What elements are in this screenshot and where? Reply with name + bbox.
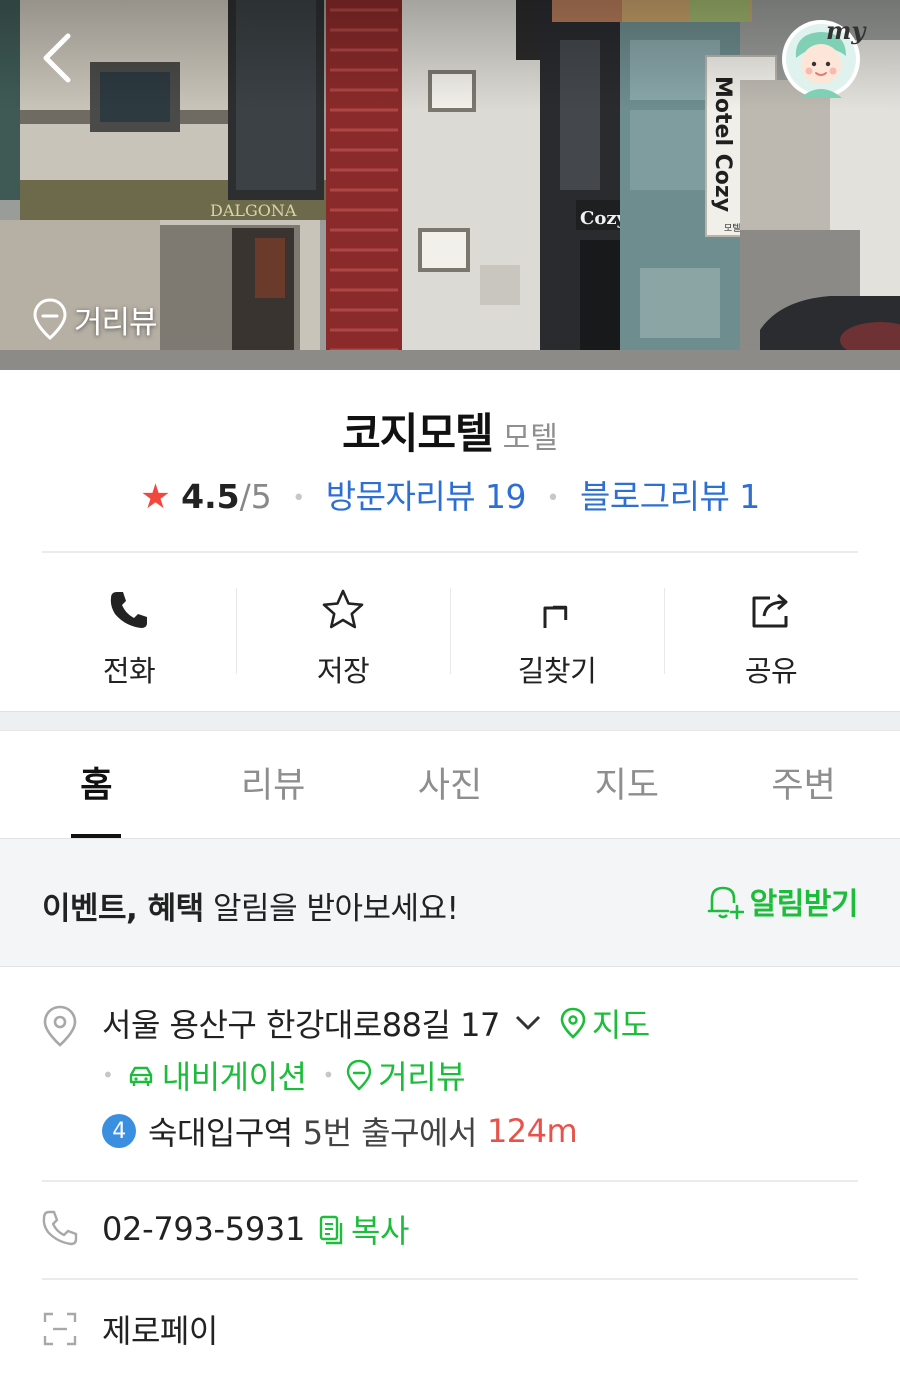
tab-reviews[interactable]: 리뷰 bbox=[185, 732, 362, 838]
separator-dot: • bbox=[292, 486, 306, 511]
bell-plus-icon bbox=[707, 886, 744, 920]
address-text: 서울 용산구 한강대로88길 17 bbox=[102, 1006, 500, 1044]
directions-button[interactable]: 길찾기 bbox=[450, 570, 664, 690]
tab-nearby[interactable]: 주변 bbox=[715, 732, 892, 838]
address-pin-icon bbox=[40, 1004, 80, 1048]
save-button[interactable]: 저장 bbox=[236, 570, 450, 690]
streetview-pin-icon bbox=[347, 1059, 372, 1091]
separator-dot: • bbox=[102, 1063, 114, 1087]
tab-bar: 홈 리뷰 사진 지도 주변 bbox=[8, 732, 892, 838]
address-links-row: • 내비게이션 • 거리뷰 bbox=[102, 1052, 466, 1098]
tab-home[interactable]: 홈 bbox=[8, 732, 185, 838]
divider bbox=[42, 551, 858, 553]
streetview-link[interactable]: 거리뷰 bbox=[346, 1052, 466, 1098]
address-expand-button[interactable] bbox=[514, 1013, 542, 1033]
phone-row: 02-793-5931 복사 bbox=[102, 1206, 409, 1252]
subway-line-badge: 4 bbox=[102, 1114, 136, 1148]
rating-max: /5 bbox=[239, 477, 272, 516]
scan-icon bbox=[40, 1310, 80, 1354]
my-badge-label: my bbox=[826, 16, 866, 45]
subscribe-alerts-label: 알림받기 bbox=[749, 887, 859, 922]
location-pin-icon bbox=[33, 298, 67, 340]
navigation-link[interactable]: 내비게이션 bbox=[126, 1052, 307, 1098]
streetview-label: 거리뷰 bbox=[74, 304, 158, 341]
tab-photos[interactable]: 사진 bbox=[362, 732, 539, 838]
place-category: 모텔 bbox=[502, 421, 558, 456]
zeropay-text: 제로페이 bbox=[102, 1312, 218, 1350]
star-outline-icon bbox=[322, 589, 364, 629]
share-icon bbox=[752, 593, 788, 628]
station-name: 숙대입구역 bbox=[148, 1114, 293, 1152]
chevron-left-icon bbox=[43, 33, 71, 83]
star-icon: ★ bbox=[140, 477, 171, 517]
separator-dot: • bbox=[546, 486, 560, 511]
copy-label: 복사 bbox=[351, 1212, 409, 1250]
subscribe-alerts-button[interactable]: 알림받기 bbox=[704, 879, 859, 923]
phone-outline-icon bbox=[40, 1208, 80, 1252]
map-link[interactable]: 지도 bbox=[560, 1000, 650, 1046]
map-pin-icon bbox=[560, 1007, 586, 1039]
copy-icon bbox=[319, 1215, 343, 1245]
share-label: 공유 bbox=[744, 654, 798, 688]
banner-text: 이벤트, 혜택 알림을 받아보세요! bbox=[42, 883, 459, 928]
phone-icon bbox=[110, 592, 147, 628]
banner-text-bold: 이벤트, 혜택 bbox=[42, 891, 204, 927]
dalgona-sign: DALGONA bbox=[210, 201, 297, 220]
car-icon bbox=[129, 1066, 152, 1086]
blog-reviews-link[interactable]: 블로그리뷰 1 bbox=[580, 477, 760, 516]
directions-label: 길찾기 bbox=[517, 654, 597, 688]
call-button[interactable]: 전화 bbox=[22, 570, 236, 690]
streetview-button[interactable]: 거리뷰 bbox=[32, 292, 158, 346]
copy-phone-button[interactable]: 복사 bbox=[317, 1206, 409, 1252]
navigation-link-label: 내비게이션 bbox=[161, 1058, 307, 1096]
place-title: 코지모텔 모텔 bbox=[0, 400, 900, 461]
divider bbox=[42, 1180, 858, 1182]
separator-dot: • bbox=[322, 1063, 335, 1087]
visitor-reviews-link[interactable]: 방문자리뷰 19 bbox=[326, 477, 527, 516]
rating-summary: ★ 4.5/5 • 방문자리뷰 19 • 블로그리뷰 1 bbox=[0, 470, 900, 518]
chevron-down-icon bbox=[515, 1015, 540, 1030]
section-gap bbox=[0, 711, 900, 731]
call-label: 전화 bbox=[102, 654, 156, 688]
directions-icon bbox=[543, 605, 568, 628]
divider bbox=[42, 1278, 858, 1280]
banner-text-rest: 알림을 받아보세요! bbox=[203, 891, 459, 927]
place-name: 코지모텔 bbox=[342, 409, 494, 458]
save-label: 저장 bbox=[316, 654, 370, 688]
notification-banner: 이벤트, 혜택 알림을 받아보세요! 알림받기 bbox=[0, 839, 900, 967]
exit-text: 5번 출구에서 bbox=[302, 1114, 478, 1152]
map-link-label: 지도 bbox=[591, 1006, 650, 1044]
tab-map[interactable]: 지도 bbox=[538, 732, 715, 838]
distance-text: 124m bbox=[486, 1112, 578, 1150]
street-view-photo[interactable]: DALGONA Cozy Motel Cozy my 거리뷰 bbox=[0, 0, 900, 370]
my-profile-button[interactable]: my bbox=[780, 14, 866, 100]
streetview-link-label: 거리뷰 bbox=[378, 1058, 466, 1096]
subway-info: 4 숙대입구역 5번 출구에서 124m bbox=[102, 1108, 578, 1154]
back-button[interactable] bbox=[34, 30, 90, 86]
rating-value: 4.5 bbox=[181, 477, 240, 516]
phone-number[interactable]: 02-793-5931 bbox=[102, 1210, 305, 1248]
address-row: 서울 용산구 한강대로88길 17 지도 bbox=[102, 1000, 650, 1046]
share-button[interactable]: 공유 bbox=[664, 570, 878, 690]
action-bar: 전화 저장 길찾기 공유 bbox=[22, 570, 878, 690]
